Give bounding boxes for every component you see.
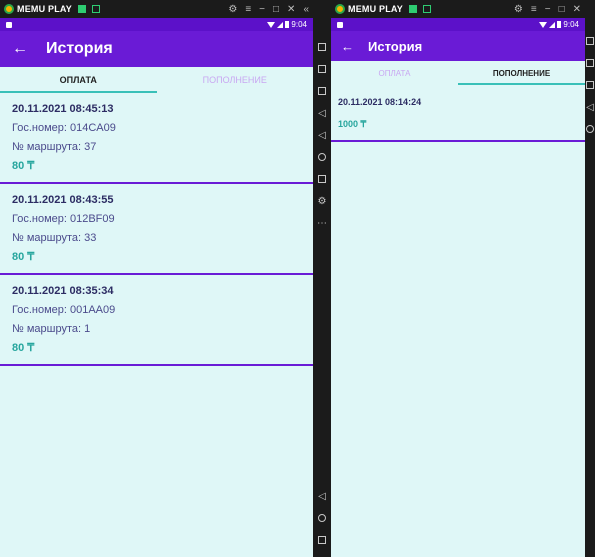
wifi-icon (539, 21, 548, 28)
emulator-sidebar-right: ◁ (585, 0, 595, 557)
multi-instance-icon[interactable] (77, 5, 86, 13)
payment-card[interactable]: 20.11.2021 08:43:55 Гос.номер: 012BF09 №… (0, 184, 313, 275)
battery-icon (285, 21, 290, 28)
payment-amount: 80 ₸ (12, 160, 35, 172)
folder-icon[interactable] (318, 168, 326, 190)
status-time: 9:04 (291, 20, 307, 29)
window-controls: ⚙ ≡ − □ ✕ (514, 4, 581, 15)
route-number: № маршрута: 1 (12, 323, 91, 335)
app-bar: ← История (331, 31, 585, 61)
close-icon[interactable]: ✕ (287, 4, 295, 15)
vehicle-plate: Гос.номер: 001AA09 (12, 304, 116, 316)
history-tabs: ОПЛАТА ПОПОЛНЕНИЕ (331, 61, 585, 85)
tools-icon[interactable] (422, 5, 431, 13)
payment-list: 20.11.2021 08:45:13 Гос.номер: 014CA09 №… (0, 93, 313, 366)
close-icon[interactable]: ✕ (573, 4, 581, 15)
payment-datetime: 20.11.2021 08:35:34 (12, 285, 114, 297)
app-bar: ← История (0, 31, 313, 67)
memu-logo-icon (335, 4, 345, 14)
screen-icon[interactable] (586, 74, 594, 96)
tools-icon[interactable] (91, 5, 100, 13)
emulator-titlebar: MEMU PLAY ⚙ ≡ − □ ✕ (331, 0, 585, 18)
tab-payment[interactable]: ОПЛАТА (0, 67, 157, 93)
payment-amount: 80 ₸ (12, 342, 35, 354)
screen-icon[interactable] (318, 80, 326, 102)
memu-logo-icon (4, 4, 14, 14)
notification-icon (6, 21, 12, 28)
tab-payment[interactable]: ОПЛАТА (331, 61, 458, 85)
nav-home-icon[interactable] (318, 507, 326, 529)
payment-card[interactable]: 20.11.2021 08:35:34 Гос.номер: 001AA09 №… (0, 275, 313, 366)
settings-icon[interactable]: ⚙ (228, 4, 237, 15)
wifi-icon (267, 21, 276, 28)
topup-list: 20.11.2021 08:14:24 1000 ₸ (331, 85, 585, 142)
memu-logo-text: MEMU PLAY (348, 4, 403, 14)
route-number: № маршрута: 33 (12, 232, 97, 244)
collapse-sidebar-icon[interactable]: « (303, 4, 309, 15)
vehicle-plate: Гос.номер: 014CA09 (12, 122, 116, 134)
signal-icon (549, 21, 556, 28)
memu-logo: MEMU PLAY (4, 4, 72, 14)
topup-datetime: 20.11.2021 08:14:24 (338, 97, 422, 107)
menu-icon[interactable]: ≡ (245, 4, 251, 15)
battery-icon (557, 21, 562, 28)
emulator-window-left: MEMU PLAY ⚙ ≡ − □ ✕ « 9:04 ← История ОПЛ… (0, 0, 313, 557)
back-arrow-icon[interactable]: ← (12, 40, 28, 58)
window-controls: ⚙ ≡ − □ ✕ « (228, 4, 309, 15)
nav-back-icon[interactable]: ◁ (318, 485, 326, 507)
tab-topup[interactable]: ПОПОЛНЕНИЕ (157, 67, 314, 93)
minimize-icon[interactable]: − (545, 4, 551, 15)
topup-card[interactable]: 20.11.2021 08:14:24 1000 ₸ (331, 85, 585, 142)
payment-datetime: 20.11.2021 08:45:13 (12, 103, 114, 115)
keyboard-icon[interactable] (318, 58, 326, 80)
emulator-window-right: MEMU PLAY ⚙ ≡ − □ ✕ 9:04 ← История ОПЛАТ… (331, 0, 585, 557)
keyboard-icon[interactable] (586, 52, 594, 74)
more-icon[interactable]: ⋯ (317, 212, 327, 234)
settings-icon[interactable]: ⚙ (514, 4, 523, 15)
location-icon[interactable] (318, 146, 326, 168)
topup-amount: 1000 ₸ (338, 119, 367, 129)
android-status-bar: 9:04 (0, 18, 313, 31)
menu-icon[interactable]: ≡ (531, 4, 537, 15)
keymap-icon[interactable] (586, 30, 594, 52)
volume-down-icon[interactable]: ◁ (318, 124, 326, 146)
payment-card[interactable]: 20.11.2021 08:45:13 Гос.номер: 014CA09 №… (0, 93, 313, 184)
emulator-sidebar-left: ◁ ◁ ⚙ ⋯ ◁ (313, 0, 331, 557)
vehicle-plate: Гос.номер: 012BF09 (12, 213, 115, 225)
route-number: № маршрута: 37 (12, 141, 97, 153)
payment-amount: 80 ₸ (12, 251, 35, 263)
signal-icon (277, 21, 284, 28)
history-tabs: ОПЛАТА ПОПОЛНЕНИЕ (0, 67, 313, 93)
memu-logo-text: MEMU PLAY (17, 4, 72, 14)
page-title: История (46, 40, 113, 57)
back-arrow-icon[interactable]: ← (341, 39, 354, 54)
page-title: История (368, 38, 423, 54)
keymap-icon[interactable] (318, 36, 326, 58)
volume-up-icon[interactable]: ◁ (318, 102, 326, 124)
notification-icon (337, 21, 343, 28)
settings-gear-icon[interactable]: ⚙ (318, 190, 327, 212)
nav-recents-icon[interactable] (318, 529, 326, 551)
emulator-titlebar: MEMU PLAY ⚙ ≡ − □ ✕ « (0, 0, 313, 18)
multi-instance-icon[interactable] (408, 5, 417, 13)
location-icon[interactable] (586, 118, 594, 140)
maximize-icon[interactable]: □ (559, 4, 565, 15)
minimize-icon[interactable]: − (259, 4, 265, 15)
tab-topup[interactable]: ПОПОЛНЕНИЕ (458, 61, 585, 85)
payment-datetime: 20.11.2021 08:43:55 (12, 194, 114, 206)
android-status-bar: 9:04 (331, 18, 585, 31)
status-time: 9:04 (563, 20, 579, 29)
volume-up-icon[interactable]: ◁ (586, 96, 594, 118)
maximize-icon[interactable]: □ (273, 4, 279, 15)
memu-logo: MEMU PLAY (335, 4, 403, 14)
